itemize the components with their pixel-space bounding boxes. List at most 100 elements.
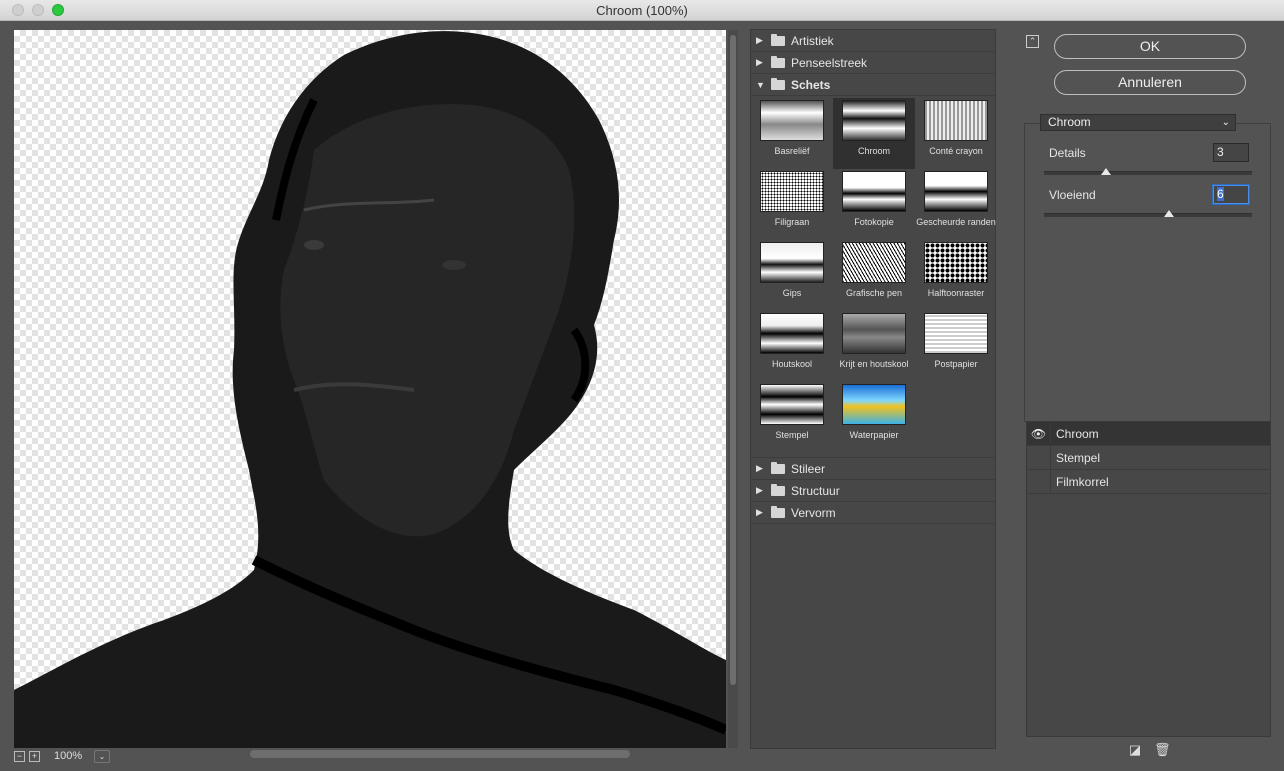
details-label: Details bbox=[1049, 146, 1086, 160]
visibility-toggle[interactable] bbox=[1027, 446, 1051, 469]
filter-thumbnail[interactable]: Filigraan bbox=[751, 169, 833, 240]
filter-thumbnail-image bbox=[760, 100, 824, 141]
filter-thumbnail-image bbox=[760, 384, 824, 425]
expand-triangle-icon: ▶ bbox=[756, 463, 763, 473]
filter-thumbnail[interactable]: Basreliëf bbox=[751, 98, 833, 169]
category-penseelstreek[interactable]: ▶ Penseelstreek bbox=[751, 52, 995, 74]
category-label: Artistiek bbox=[791, 33, 834, 48]
smooth-slider-handle[interactable] bbox=[1163, 210, 1174, 217]
filter-thumbnail[interactable]: Fotokopie bbox=[833, 169, 915, 240]
category-structuur[interactable]: ▶ Structuur bbox=[751, 480, 995, 502]
zoom-out-button[interactable]: − bbox=[14, 750, 25, 762]
filter-thumbnail-label: Waterpapier bbox=[849, 430, 899, 440]
details-slider[interactable] bbox=[1044, 168, 1252, 175]
expand-triangle-icon: ▶ bbox=[756, 35, 763, 45]
category-label: Schets bbox=[791, 77, 831, 92]
filter-thumbnail[interactable]: Waterpapier bbox=[833, 382, 915, 453]
filter-thumbnail[interactable]: Postpapier bbox=[915, 311, 997, 382]
filter-thumbnail-image bbox=[842, 242, 906, 283]
new-effect-layer-icon[interactable]: ◪ bbox=[1128, 743, 1142, 757]
expand-triangle-icon: ▶ bbox=[756, 507, 763, 517]
filter-thumbnail[interactable]: Krijt en houtskool bbox=[833, 311, 915, 382]
filter-thumbnail-image bbox=[924, 313, 988, 354]
filter-thumbnail-label: Postpapier bbox=[934, 359, 978, 369]
filter-thumbnail-label: Gips bbox=[782, 288, 802, 298]
filter-select-value: Chroom bbox=[1048, 115, 1091, 129]
scroll-thumb[interactable] bbox=[730, 35, 736, 685]
image-preview[interactable] bbox=[14, 30, 726, 748]
trash-icon[interactable]: 🗑 bbox=[1154, 743, 1171, 757]
filter-thumbnail[interactable]: Gescheurde randen bbox=[915, 169, 997, 240]
zoom-level: 100% bbox=[54, 750, 83, 762]
effect-layer-name: Filmkorrel bbox=[1056, 474, 1109, 489]
chevron-down-icon: ⌄ bbox=[1221, 117, 1230, 128]
effect-layer-item[interactable]: 👁 Chroom bbox=[1027, 422, 1270, 446]
filter-thumbnail[interactable]: Grafische pen bbox=[833, 240, 915, 311]
category-stileer[interactable]: ▶ Stileer bbox=[751, 457, 995, 480]
filter-thumbnail-label: Fotokopie bbox=[854, 217, 894, 227]
ok-button[interactable]: OK bbox=[1054, 34, 1246, 59]
filter-thumbnail-label: Halftoonraster bbox=[927, 288, 985, 298]
filter-thumbnail[interactable]: Chroom bbox=[833, 98, 915, 169]
effect-layer-name: Chroom bbox=[1056, 426, 1099, 441]
smooth-input[interactable]: 6 bbox=[1213, 185, 1249, 204]
smooth-label: Vloeiend bbox=[1049, 188, 1096, 202]
filter-thumbnail-image bbox=[842, 384, 906, 425]
filter-gallery-dialog: − + 100% ⌄ ▶ Artistiek ▶ Penseelstreek ▼… bbox=[0, 21, 1284, 771]
filter-thumbnail-label: Conté crayon bbox=[929, 146, 983, 156]
filter-thumbnail-image bbox=[760, 242, 824, 283]
preview-image bbox=[14, 31, 726, 748]
smooth-slider[interactable] bbox=[1044, 210, 1252, 217]
filter-thumbnail-label: Houtskool bbox=[771, 359, 813, 369]
category-label: Stileer bbox=[791, 461, 826, 476]
folder-icon bbox=[771, 505, 785, 518]
filter-settings-panel bbox=[1024, 123, 1271, 422]
scroll-thumb[interactable] bbox=[250, 750, 630, 758]
filter-thumbnail-image bbox=[842, 313, 906, 354]
collapse-triangle-icon: ▼ bbox=[756, 79, 765, 90]
filter-thumbnail-label: Filigraan bbox=[774, 217, 810, 227]
category-label: Vervorm bbox=[791, 505, 836, 520]
filter-thumbnail-image bbox=[760, 171, 824, 212]
filter-thumbnail[interactable]: Houtskool bbox=[751, 311, 833, 382]
visibility-toggle[interactable] bbox=[1027, 470, 1051, 493]
filter-thumbnails: Basreliëf Chroom Conté crayon Filigraan Foto… bbox=[751, 96, 997, 457]
filter-thumbnail[interactable]: Stempel bbox=[751, 382, 833, 453]
filter-thumbnail-image bbox=[924, 100, 988, 141]
filter-thumbnail[interactable]: Gips bbox=[751, 240, 833, 311]
category-schets[interactable]: ▼ Schets bbox=[751, 74, 995, 96]
category-vervorm[interactable]: ▶ Vervorm bbox=[751, 502, 995, 524]
filter-thumbnail[interactable]: Conté crayon bbox=[915, 98, 997, 169]
eye-icon[interactable]: 👁 bbox=[1027, 422, 1051, 445]
preview-horizontal-scrollbar[interactable] bbox=[250, 750, 726, 758]
open-folder-icon bbox=[771, 77, 785, 90]
zoom-bar: − + 100% ⌄ bbox=[14, 748, 110, 764]
effect-layer-item[interactable]: Stempel bbox=[1027, 446, 1270, 470]
details-slider-handle[interactable] bbox=[1101, 168, 1112, 175]
category-label: Penseelstreek bbox=[791, 55, 868, 70]
filter-thumbnail-label: Basreliëf bbox=[774, 146, 810, 156]
filter-thumbnail-image bbox=[760, 313, 824, 354]
details-value: 3 bbox=[1217, 145, 1224, 159]
folder-icon bbox=[771, 55, 785, 68]
preview-vertical-scrollbar[interactable] bbox=[728, 30, 738, 748]
filter-gallery-list: ▶ Artistiek ▶ Penseelstreek ▼ Schets Bas… bbox=[750, 29, 996, 749]
effect-layer-name: Stempel bbox=[1056, 450, 1101, 465]
collapse-up-icon[interactable]: ⌃ bbox=[1026, 35, 1039, 48]
window-title: Chroom (100%) bbox=[596, 3, 688, 18]
filter-thumbnail[interactable]: Halftoonraster bbox=[915, 240, 997, 311]
folder-icon bbox=[771, 33, 785, 46]
effect-layer-item[interactable]: Filmkorrel bbox=[1027, 470, 1270, 494]
cancel-button[interactable]: Annuleren bbox=[1054, 70, 1246, 95]
category-artistiek[interactable]: ▶ Artistiek bbox=[751, 30, 995, 52]
filter-thumbnail-image bbox=[924, 242, 988, 283]
details-input[interactable]: 3 bbox=[1213, 143, 1249, 162]
zoom-in-button[interactable]: + bbox=[29, 750, 40, 762]
effect-layers-list: 👁 Chroom Stempel Filmkorrel bbox=[1026, 421, 1271, 737]
filter-thumbnail-image bbox=[842, 100, 906, 141]
zoom-menu-button[interactable]: ⌄ bbox=[94, 749, 110, 763]
expand-triangle-icon: ▶ bbox=[756, 57, 763, 67]
filter-thumbnail-label: Stempel bbox=[775, 430, 809, 440]
folder-icon bbox=[771, 483, 785, 496]
filter-select[interactable]: Chroom ⌄ bbox=[1040, 114, 1236, 131]
